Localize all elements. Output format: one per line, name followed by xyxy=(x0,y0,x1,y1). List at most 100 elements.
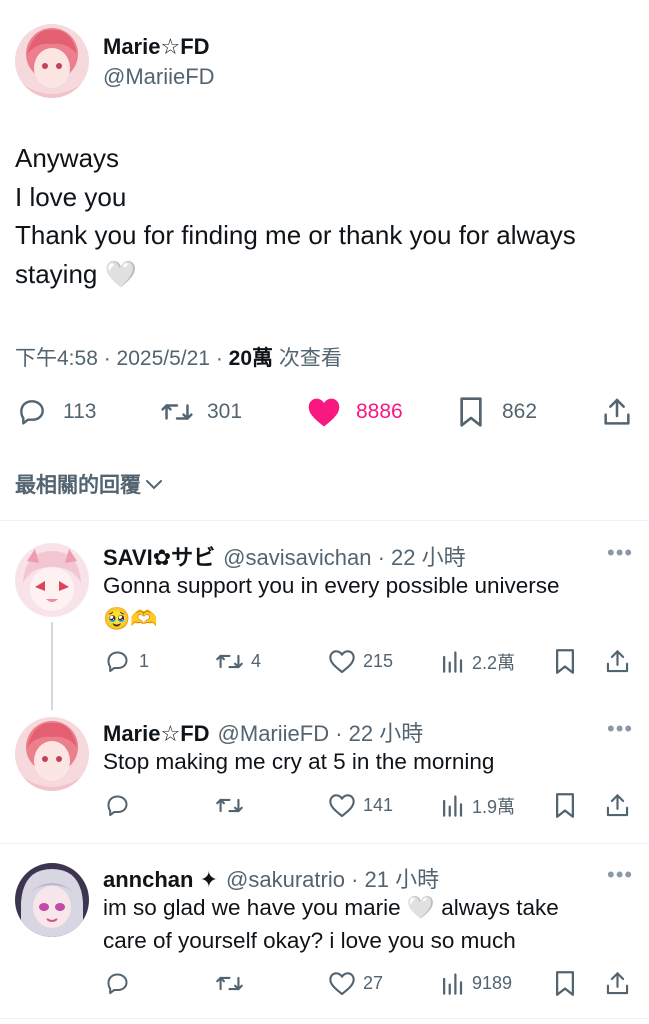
post-line: I love you xyxy=(15,181,127,212)
more-options-icon[interactable]: ••• xyxy=(607,862,633,888)
reply-avatar[interactable] xyxy=(15,863,89,937)
bookmark-action[interactable]: 862 xyxy=(457,396,537,428)
repost-icon xyxy=(216,654,243,669)
like-count: 141 xyxy=(363,795,394,815)
author-handle[interactable]: @MariieFD xyxy=(103,64,215,90)
repost-icon xyxy=(161,404,193,420)
views-action[interactable]: 9189 xyxy=(440,970,512,997)
reply-time[interactable]: 22 小時 xyxy=(349,721,424,746)
divider xyxy=(0,843,649,844)
reply-line: im so glad we have you marie 🤍 always ta… xyxy=(103,895,559,920)
reply-text: Stop making me cry at 5 in the morning xyxy=(103,749,495,774)
reply-line: Gonna support you in every possible univ… xyxy=(103,573,560,598)
reply-header: annchan ✦ @sakuratrio · 21 小時 xyxy=(103,867,440,893)
heart-icon xyxy=(329,650,355,674)
reply-icon xyxy=(107,795,128,817)
reply-header: Marie☆FD @MariieFD · 22 小時 xyxy=(103,721,424,747)
more-options-icon[interactable]: ••• xyxy=(607,716,633,742)
bookmark-button[interactable] xyxy=(553,792,577,824)
views-action[interactable]: 2.2萬 xyxy=(440,648,515,675)
reply-avatar[interactable] xyxy=(15,717,89,791)
repost-count: 301 xyxy=(207,400,243,423)
repost-action[interactable]: 301 xyxy=(160,396,242,428)
reply-author-name[interactable]: SAVI✿サビ xyxy=(103,540,215,572)
views-count: 2.2萬 xyxy=(472,652,516,673)
divider xyxy=(0,520,649,521)
chevron-down-icon xyxy=(146,480,162,490)
author-name[interactable]: Marie☆FD xyxy=(103,34,210,60)
bookmark-icon xyxy=(556,971,574,996)
like-count: 27 xyxy=(363,973,384,993)
post-text: Anyways I love you Thank you for finding… xyxy=(15,139,640,293)
post-meta: 下午4:58 · 2025/5/21 · 20萬 次查看 xyxy=(15,347,342,370)
reply-author-name[interactable]: annchan ✦ xyxy=(103,867,218,893)
share-icon xyxy=(604,398,630,425)
like-action[interactable]: 27 xyxy=(328,970,383,997)
repost-action[interactable] xyxy=(215,970,244,997)
analytics-icon xyxy=(443,795,463,817)
share-icon xyxy=(606,794,629,817)
more-options-icon[interactable]: ••• xyxy=(607,540,633,566)
reply-action[interactable] xyxy=(104,970,131,997)
repost-action[interactable] xyxy=(215,792,244,819)
share-button[interactable] xyxy=(604,792,631,824)
reply-action[interactable]: 113 xyxy=(16,396,96,428)
post-line: Anyways xyxy=(15,143,120,173)
bookmark-icon xyxy=(556,649,574,674)
reply-icon xyxy=(20,400,44,425)
bookmark-button[interactable] xyxy=(553,648,577,680)
heart-icon xyxy=(329,972,355,996)
views-action[interactable]: 1.9萬 xyxy=(440,792,515,819)
reply-action[interactable] xyxy=(104,792,131,819)
reply-count: 1 xyxy=(139,651,150,671)
divider xyxy=(0,1018,649,1019)
reply-author-handle[interactable]: @sakuratrio xyxy=(226,867,345,892)
reply-emoji: 🥹🫶 xyxy=(103,605,158,631)
reply-line: care of yourself okay? i love you so muc… xyxy=(103,927,516,953)
reply-avatar[interactable] xyxy=(15,543,89,617)
heart-filled-icon xyxy=(308,398,340,427)
bookmark-count: 862 xyxy=(502,400,538,423)
repost-icon xyxy=(216,976,243,991)
share-button[interactable] xyxy=(604,970,631,1002)
post-line: staying 🤍 xyxy=(15,258,137,289)
post-time[interactable]: 下午4:58 xyxy=(15,347,98,370)
like-action[interactable]: 141 xyxy=(328,792,393,819)
like-count: 8886 xyxy=(356,400,403,423)
repost-action[interactable]: 4 xyxy=(215,648,261,675)
reply-time[interactable]: 22 小時 xyxy=(391,545,466,570)
reply-action[interactable]: 1 xyxy=(104,648,149,675)
reply-icon xyxy=(107,973,128,995)
reply-sort-label: 最相關的回覆 xyxy=(15,474,141,497)
reply-text: im so glad we have you marie 🤍 always ta… xyxy=(103,892,638,957)
reply-author-handle[interactable]: @MariieFD xyxy=(218,721,330,746)
bookmark-icon xyxy=(460,397,482,427)
share-icon xyxy=(606,972,629,995)
views-count: 9189 xyxy=(472,973,513,993)
reply-text: Gonna support you in every possible univ… xyxy=(103,570,633,635)
white-heart-emoji: 🤍 xyxy=(104,258,137,289)
thread-line xyxy=(51,622,53,710)
reply-time[interactable]: 21 小時 xyxy=(365,867,440,892)
views-label: 次查看 xyxy=(278,347,342,370)
share-icon xyxy=(606,650,629,673)
like-action[interactable]: 8886 xyxy=(306,396,403,428)
author-avatar[interactable] xyxy=(15,24,89,98)
heart-icon xyxy=(329,794,355,818)
reply-author-name[interactable]: Marie☆FD xyxy=(103,721,210,747)
like-action[interactable]: 215 xyxy=(328,648,393,675)
bookmark-button[interactable] xyxy=(553,970,577,1002)
like-count: 215 xyxy=(363,651,394,671)
white-heart-emoji: 🤍 xyxy=(406,895,435,920)
share-button[interactable] xyxy=(601,396,633,433)
reply-header: SAVI✿サビ @savisavichan · 22 小時 xyxy=(103,540,466,572)
views-count: 20萬 xyxy=(228,347,274,370)
repost-count: 4 xyxy=(251,651,262,671)
reply-sort-dropdown[interactable]: 最相關的回覆 xyxy=(15,469,164,499)
views-count: 1.9萬 xyxy=(472,796,516,817)
reply-icon xyxy=(107,651,128,673)
post-line: Thank you for finding me or thank you fo… xyxy=(15,220,576,250)
post-date[interactable]: 2025/5/21 xyxy=(117,347,210,370)
reply-author-handle[interactable]: @savisavichan xyxy=(223,545,371,570)
share-button[interactable] xyxy=(604,648,631,680)
